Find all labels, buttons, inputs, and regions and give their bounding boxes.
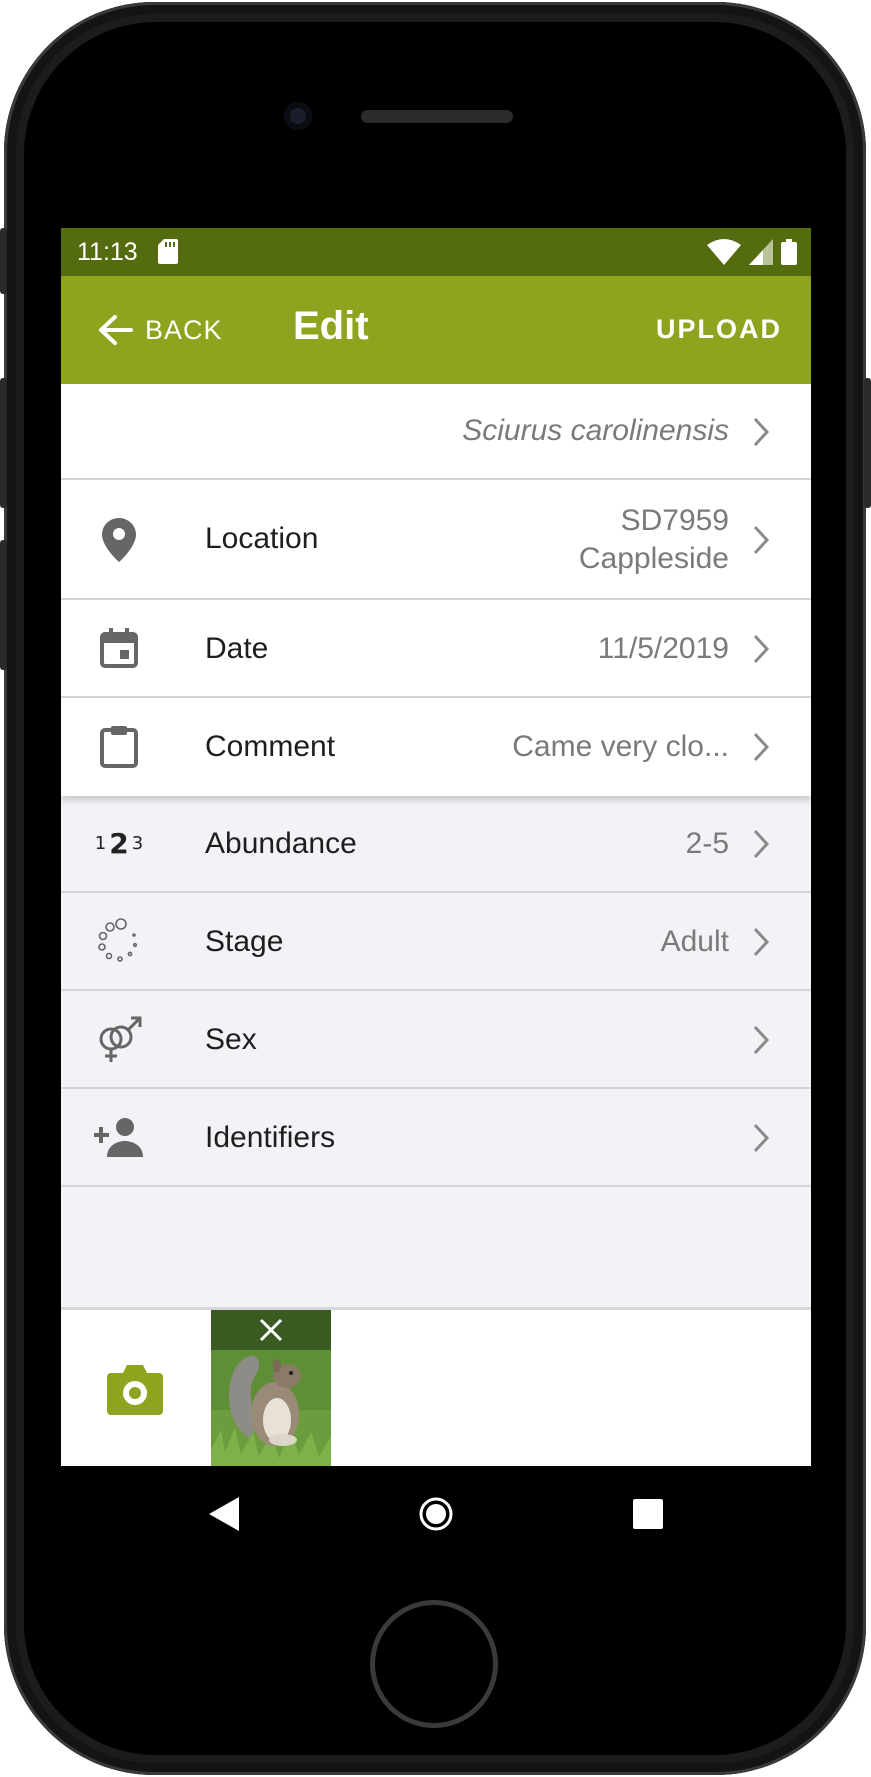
abundance-icon-digit: 1 — [94, 832, 107, 854]
stage-label: Stage — [205, 925, 284, 958]
comment-row[interactable]: Comment Came very clo... — [61, 698, 811, 796]
camera-icon[interactable] — [107, 1365, 163, 1415]
page-title: Edit — [293, 304, 369, 348]
app-bar: BACK Edit UPLOAD — [61, 276, 811, 384]
chevron-right-icon — [753, 525, 770, 555]
volume-down-button — [0, 540, 7, 670]
signal-icon — [749, 239, 773, 265]
species-row[interactable]: Sciurus carolinensis — [61, 384, 811, 480]
status-icons — [707, 239, 797, 265]
back-nav-icon[interactable] — [196, 1486, 252, 1542]
identifiers-label: Identifiers — [205, 1121, 336, 1154]
back-button[interactable]: BACK — [97, 306, 223, 354]
attributes-list: 1 2 3 Abundance 2-5 Stage Adult Sex Iden… — [61, 795, 811, 1187]
photo-thumbnail[interactable] — [211, 1310, 331, 1466]
stage-value: Adult — [660, 925, 729, 958]
arrow-left-icon — [99, 315, 133, 345]
sex-icon — [89, 1009, 149, 1069]
power-button — [864, 378, 871, 508]
photo-bar — [61, 1307, 811, 1466]
sd-card-icon — [158, 239, 178, 264]
abundance-icon-digit: 3 — [131, 832, 144, 854]
status-time: 11:13 — [77, 238, 138, 266]
abundance-label: Abundance — [205, 827, 357, 860]
species-value: Sciurus carolinensis — [462, 414, 729, 447]
chevron-right-icon — [753, 634, 770, 664]
system-nav-bar — [61, 1466, 811, 1562]
home-button[interactable] — [370, 1600, 498, 1728]
clipboard-icon — [89, 716, 149, 776]
wifi-icon — [707, 239, 741, 265]
calendar-icon — [89, 618, 149, 678]
home-nav-icon[interactable] — [408, 1486, 464, 1542]
comment-label: Comment — [205, 730, 336, 763]
identifiers-row[interactable]: Identifiers — [61, 1089, 811, 1187]
status-bar: 11:13 — [61, 228, 811, 276]
abundance-value: 2-5 — [685, 827, 729, 860]
side-button — [0, 228, 7, 294]
sex-label: Sex — [205, 1023, 257, 1056]
back-label: BACK — [145, 314, 223, 345]
abundance-icon-digit: 2 — [109, 826, 129, 860]
chevron-right-icon — [753, 927, 770, 957]
location-gridref: SD7959 — [620, 504, 729, 537]
earpiece-speaker — [361, 110, 513, 123]
sex-row[interactable]: Sex — [61, 991, 811, 1089]
app-screen: 11:13 BACK Edit UPLOAD Sciurus carolinen… — [61, 228, 811, 1466]
location-row[interactable]: Location SD7959 Cappleside — [61, 480, 811, 600]
volume-up-button — [0, 378, 7, 508]
chevron-right-icon — [753, 1025, 770, 1055]
recents-nav-icon[interactable] — [620, 1486, 676, 1542]
chevron-right-icon — [753, 732, 770, 762]
abundance-row[interactable]: 1 2 3 Abundance 2-5 — [61, 795, 811, 893]
chevron-right-icon — [753, 417, 770, 447]
remove-photo-button[interactable] — [211, 1310, 331, 1350]
date-value: 11/5/2019 — [597, 632, 729, 665]
chevron-right-icon — [753, 1123, 770, 1153]
core-fields-list: Sciurus carolinensis Location SD7959 Cap… — [61, 384, 811, 796]
close-icon — [259, 1318, 283, 1342]
add-person-icon — [89, 1107, 149, 1167]
upload-button[interactable]: UPLOAD — [656, 314, 782, 345]
comment-value: Came very clo... — [512, 730, 729, 763]
chevron-right-icon — [753, 829, 770, 859]
stage-row[interactable]: Stage Adult — [61, 893, 811, 991]
stage-icon — [89, 911, 149, 971]
location-pin-icon — [89, 510, 149, 570]
location-label: Location — [205, 522, 319, 555]
battery-icon — [781, 239, 797, 265]
location-place: Cappleside — [578, 542, 729, 575]
date-row[interactable]: Date 11/5/2019 — [61, 600, 811, 698]
front-camera — [284, 102, 312, 130]
abundance-icon: 1 2 3 — [89, 813, 149, 873]
date-label: Date — [205, 632, 269, 665]
